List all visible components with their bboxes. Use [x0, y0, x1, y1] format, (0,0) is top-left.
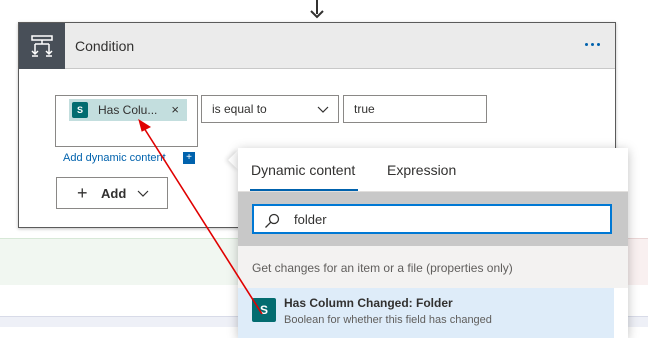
condition-icon: [19, 23, 65, 69]
search-area: folder: [238, 192, 628, 246]
operator-dropdown[interactable]: is equal to: [201, 95, 339, 123]
condition-branch-icon: [31, 35, 53, 57]
condition-left-operand[interactable]: S Has Colu... ×: [55, 95, 198, 147]
condition-header[interactable]: Condition: [19, 23, 615, 69]
tab-expression[interactable]: Expression: [387, 162, 456, 178]
chevron-down-icon: [137, 190, 149, 197]
search-input[interactable]: folder: [252, 204, 612, 234]
condition-right-operand[interactable]: true: [343, 95, 487, 123]
more-dot-icon: [584, 42, 588, 46]
search-value: folder: [294, 212, 327, 227]
add-button-label: Add: [101, 186, 127, 201]
condition-title: Condition: [75, 38, 135, 54]
plus-icon: +: [77, 183, 88, 203]
flow-connector-arrow-icon: [310, 10, 324, 19]
token-remove-icon[interactable]: ×: [171, 102, 179, 117]
add-dynamic-content-plus-icon[interactable]: +: [183, 152, 195, 164]
chevron-down-icon: [317, 106, 329, 113]
tab-dynamic-content[interactable]: Dynamic content: [251, 162, 355, 178]
add-dynamic-content-link[interactable]: Add dynamic content: [63, 152, 166, 164]
item-description: Boolean for whether this field has chang…: [284, 314, 492, 326]
dynamic-content-item[interactable]: S Has Column Changed: Folder Boolean for…: [238, 288, 614, 338]
item-title: Has Column Changed: Folder: [284, 296, 453, 310]
add-button[interactable]: + Add: [56, 177, 168, 209]
sharepoint-icon: S: [252, 298, 276, 322]
more-options-button[interactable]: [579, 33, 605, 55]
group-header-label: Get changes for an item or a file (prope…: [252, 261, 513, 275]
token-label: Has Colu...: [98, 103, 158, 117]
dynamic-content-token[interactable]: S Has Colu... ×: [69, 99, 187, 121]
sharepoint-icon: S: [72, 102, 88, 118]
more-dot-icon: [590, 42, 594, 46]
dynamic-content-group-header[interactable]: Get changes for an item or a file (prope…: [238, 246, 628, 288]
more-dot-icon: [596, 42, 600, 46]
right-operand-value: true: [354, 102, 375, 116]
search-icon: [265, 213, 280, 228]
operator-value: is equal to: [212, 102, 267, 116]
dynamic-content-flyout: Dynamic content Expression folder Get ch…: [238, 148, 628, 338]
